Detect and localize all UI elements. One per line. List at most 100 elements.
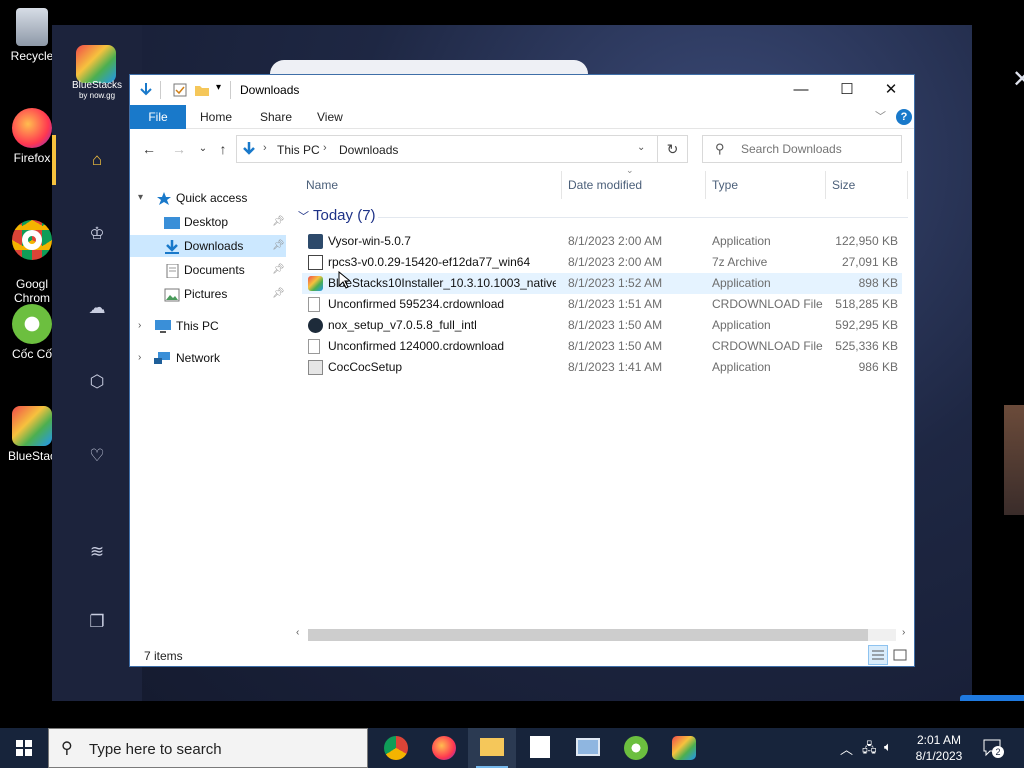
tab-file[interactable]: File <box>130 105 186 129</box>
minimize-button[interactable]: — <box>778 75 824 105</box>
clock-date: 8/1/2023 <box>915 749 963 763</box>
mouse-pointer-icon <box>338 270 352 292</box>
tab-share[interactable]: Share <box>260 105 292 129</box>
file-name: CocCocSetup <box>328 360 403 374</box>
file-row[interactable]: Unconfirmed 124000.crdownload 8/1/2023 1… <box>302 336 902 357</box>
w3-icon[interactable]: ⬡ <box>86 371 108 393</box>
expand-ribbon-icon[interactable]: ﹀ <box>875 108 886 124</box>
file-row[interactable]: BlueStacks10Installer_10.3.10.1003_nativ… <box>302 273 902 294</box>
nox-app-icon <box>308 318 323 333</box>
properties-icon[interactable] <box>172 82 188 98</box>
horizontal-scrollbar[interactable]: ‹ › <box>294 627 914 643</box>
taskbar-remote-app[interactable] <box>564 728 612 768</box>
nav-item-pictures[interactable]: Pictures 📌︎ <box>130 283 286 305</box>
breadcrumb-downloads[interactable]: Downloads <box>339 143 398 157</box>
nav-network[interactable]: › Network <box>130 347 286 369</box>
7z-archive-icon <box>308 255 323 270</box>
breadcrumb-this-pc[interactable]: This PC <box>277 143 320 157</box>
file-size: 518,285 KB <box>835 297 898 311</box>
pin-icon: 📌︎ <box>272 264 285 275</box>
nav-label: Network <box>176 351 221 365</box>
bluestacks-close-button[interactable]: ✕ <box>1012 65 1024 94</box>
collapsed-chevron-icon[interactable]: › <box>138 347 141 369</box>
computer-icon <box>154 319 171 333</box>
file-row[interactable]: nox_setup_v7.0.5.8_full_intl 8/1/2023 1:… <box>302 315 902 336</box>
title-bar: ▾ Downloads — ☐ ✕ <box>130 75 914 105</box>
game-thumbnail[interactable] <box>1004 405 1024 515</box>
back-button[interactable]: ← <box>140 141 158 157</box>
address-bar[interactable]: › This PC › Downloads ⌄ <box>236 135 658 163</box>
nav-item-desktop[interactable]: Desktop 📌︎ <box>130 211 286 233</box>
pictures-folder-icon <box>164 287 180 302</box>
taskbar-bluestacks[interactable] <box>660 728 708 768</box>
recycle-bin-icon <box>16 8 48 46</box>
recent-locations-button[interactable]: ⌄ <box>194 141 212 157</box>
column-header-date[interactable]: Date modified <box>568 171 706 199</box>
search-box[interactable]: ⚲ <box>702 135 902 163</box>
nav-item-downloads[interactable]: Downloads 📌︎ <box>130 235 286 257</box>
collapsed-chevron-icon[interactable]: › <box>138 315 141 337</box>
file-type: Application <box>712 360 771 374</box>
details-view-button[interactable] <box>868 645 888 665</box>
layers-icon[interactable]: ≋ <box>86 541 108 563</box>
blank-file-icon <box>308 297 320 312</box>
address-dropdown-icon[interactable]: ⌄ <box>637 142 645 153</box>
nav-item-documents[interactable]: Documents 📌︎ <box>130 259 286 281</box>
bluestacks-action-button[interactable] <box>960 695 1024 701</box>
file-row[interactable]: rpcs3-v0.0.29-15420-ef12da77_win64 8/1/2… <box>302 252 902 273</box>
scroll-thumb[interactable] <box>308 629 868 641</box>
firefox-icon <box>12 108 52 148</box>
network-tray-icon[interactable]: 🖧︎ <box>862 739 877 761</box>
home-icon[interactable]: ⌂ <box>86 149 108 171</box>
new-folder-icon[interactable] <box>194 82 210 98</box>
tab-view[interactable]: View <box>317 105 343 129</box>
show-hidden-icons-chevron-icon[interactable]: ︿ <box>840 739 853 758</box>
start-button[interactable] <box>0 728 48 768</box>
search-input[interactable] <box>741 142 891 156</box>
up-button[interactable]: ↑ <box>214 141 232 157</box>
file-row[interactable]: Vysor-win-5.0.7 8/1/2023 2:00 AM Applica… <box>302 231 902 252</box>
taskbar-chrome[interactable] <box>372 728 420 768</box>
refresh-button[interactable]: ↻ <box>658 135 688 163</box>
taskbar-search-box[interactable]: ⚲ Type here to search <box>48 728 368 768</box>
volume-icon[interactable]: 🔈︎ <box>884 739 892 755</box>
heart-icon[interactable]: ♡ <box>86 445 108 467</box>
close-button[interactable]: ✕ <box>868 75 914 105</box>
vysor-app-icon <box>308 234 323 249</box>
file-date: 8/1/2023 1:41 AM <box>568 360 663 374</box>
column-header-size[interactable]: Size <box>832 171 908 199</box>
large-icons-view-button[interactable] <box>890 645 910 665</box>
nav-this-pc[interactable]: › This PC <box>130 315 286 337</box>
address-row: ← → ⌄ ↑ › This PC › Downloads ⌄ ↻ ⚲ <box>130 130 914 168</box>
taskbar-coccoc[interactable] <box>612 728 660 768</box>
cloud-upload-icon[interactable]: ☁ <box>86 297 108 319</box>
column-header-type[interactable]: Type <box>712 171 826 199</box>
file-row[interactable]: Unconfirmed 595234.crdownload 8/1/2023 1… <box>302 294 902 315</box>
notification-center-button[interactable]: 2 <box>982 738 1004 758</box>
taskbar-store[interactable] <box>516 728 564 768</box>
installer-setup-icon <box>308 360 323 375</box>
group-header-today[interactable]: ﹀ Today (7) <box>298 207 376 224</box>
tab-home[interactable]: Home <box>200 105 232 129</box>
pin-icon: 📌︎ <box>272 288 285 299</box>
forward-button[interactable]: → <box>170 141 188 157</box>
file-type: CRDOWNLOAD File <box>712 339 823 353</box>
file-size: 525,336 KB <box>835 339 898 353</box>
nav-label: Documents <box>184 263 245 277</box>
navigation-pane: ▾ Quick access Desktop 📌︎ Downloads 📌︎ D… <box>130 171 288 641</box>
maximize-button[interactable]: ☐ <box>824 75 870 105</box>
taskbar-firefox[interactable] <box>420 728 468 768</box>
crown-icon[interactable]: ♔ <box>86 223 108 245</box>
expanded-chevron-icon[interactable]: ▾ <box>138 187 143 209</box>
scroll-right-icon[interactable]: › <box>902 627 905 638</box>
help-button[interactable]: ? <box>896 109 912 125</box>
column-header-name[interactable]: Name <box>306 171 562 199</box>
multi-instance-icon[interactable]: ❐ <box>86 611 108 633</box>
file-row[interactable]: CocCocSetup 8/1/2023 1:41 AM Application… <box>302 357 902 378</box>
taskbar-file-explorer[interactable] <box>468 728 516 768</box>
nav-quick-access[interactable]: ▾ Quick access <box>130 187 286 209</box>
divider <box>160 81 161 99</box>
system-clock[interactable]: 2:01 AM 8/1/2023 <box>904 732 974 764</box>
scroll-left-icon[interactable]: ‹ <box>296 627 299 638</box>
bluestacks-icon <box>672 736 696 760</box>
